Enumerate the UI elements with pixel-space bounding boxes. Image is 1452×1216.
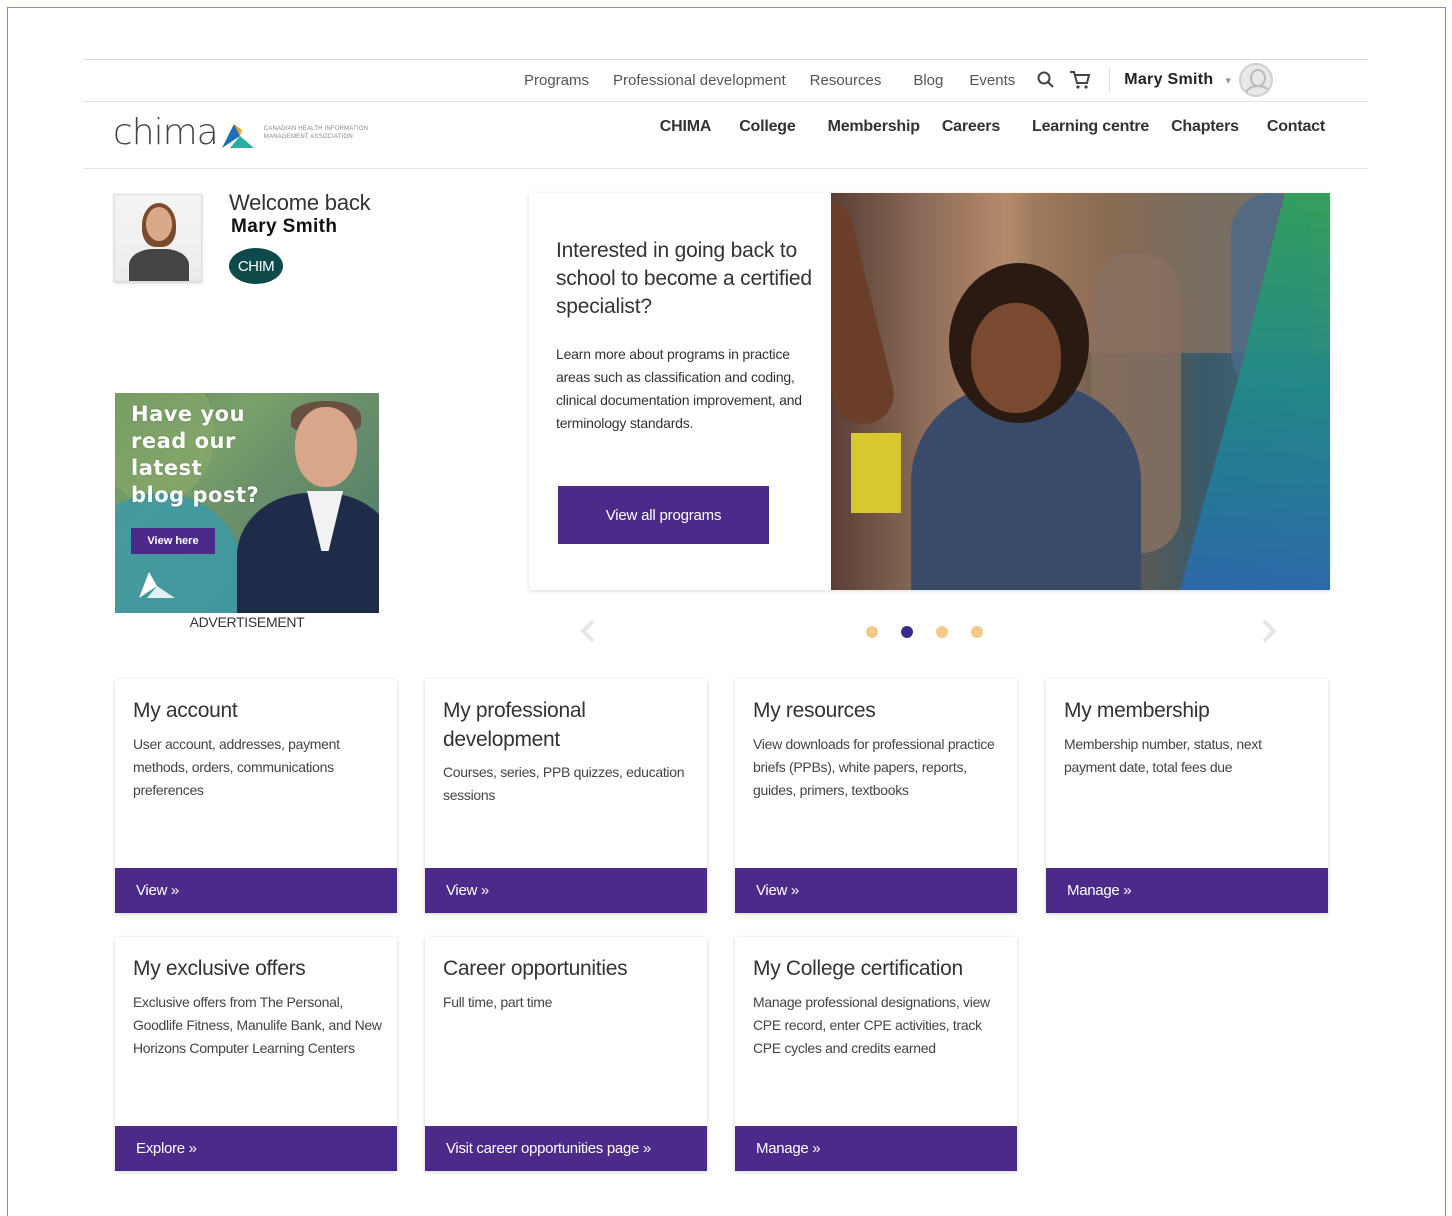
carousel-next-arrow-icon[interactable] [1260,618,1278,644]
advertisement-label: ADVERTISEMENT [189,614,305,630]
logo-mark-icon [220,120,256,150]
card-my-account: My account User account, addresses, paym… [115,679,397,913]
carousel-prev-arrow-icon[interactable] [579,618,597,644]
avatar[interactable] [1239,63,1274,97]
util-link-events[interactable]: Events [969,72,1015,89]
hero-title: Interested in going back to school to be… [556,239,812,318]
my-account-view-button[interactable]: View » [115,868,397,913]
blog-advertisement[interactable]: Have you read our latest blog post? View… [115,393,379,613]
professional-development-view-button[interactable]: View » [425,868,707,913]
chima-logo[interactable]: chima CANADIAN HEALTH INFORMATION MANAGE… [113,112,404,153]
welcome-block: Welcome back Mary Smith [229,190,371,238]
card-title: Career opportunities [443,957,628,980]
card-description: Exclusive offers from The Personal, Good… [133,994,382,1056]
utility-nav: Programs Professional development Resour… [524,63,1274,97]
user-name[interactable]: Mary Smith [1124,71,1213,89]
nav-divider [83,101,1368,102]
card-title: My professional development [443,699,586,751]
card-my-college-certification: My College certification Manage professi… [735,937,1017,1171]
my-resources-view-button[interactable]: View » [735,868,1017,913]
nav-item-membership[interactable]: Membership [828,118,920,136]
card-my-exclusive-offers: My exclusive offers Exclusive offers fro… [115,937,397,1171]
nav-item-chima[interactable]: CHIMA [660,118,712,136]
card-title: My membership [1064,699,1210,722]
card-description: Courses, series, PPB quizzes, education … [443,764,685,803]
card-description: Manage professional designations, view C… [753,994,990,1056]
search-icon[interactable] [1035,69,1057,91]
card-title: My exclusive offers [133,957,306,980]
carousel-dots [866,626,1006,638]
carousel-dot-4[interactable] [971,626,983,638]
nav-item-careers[interactable]: Careers [942,118,1000,136]
card-my-professional-development: My professional development Courses, ser… [425,679,707,913]
carousel-dot-1[interactable] [866,626,878,638]
college-certification-manage-button[interactable]: Manage » [735,1126,1017,1171]
ad-headline: Have you read our latest blog post? [131,402,260,507]
util-link-professional-development[interactable]: Professional development [613,72,786,89]
util-separator [1109,68,1111,92]
card-title: My account [133,699,238,722]
logo-wordmark: chima [113,112,219,153]
nav-item-contact[interactable]: Contact [1267,118,1325,136]
hero-image [831,193,1330,590]
top-divider [83,59,1368,60]
exclusive-offers-explore-button[interactable]: Explore » [115,1126,397,1171]
career-opportunities-button[interactable]: Visit career opportunities page » [425,1126,707,1171]
welcome-name: Mary Smith [231,216,338,237]
chevron-down-icon[interactable]: ▾ [1225,74,1231,87]
carousel-dot-3[interactable] [936,626,948,638]
cart-icon[interactable] [1069,69,1091,91]
profile-photo[interactable] [114,194,202,282]
hero-carousel: Interested in going back to school to be… [529,193,1330,590]
card-career-opportunities: Career opportunities Full time, part tim… [425,937,707,1171]
chim-badge: CHIM [229,248,283,284]
nav-item-college[interactable]: College [739,118,796,136]
view-all-programs-button[interactable]: View all programs [558,486,769,544]
card-my-resources: My resources View downloads for professi… [735,679,1017,913]
carousel-dot-2[interactable] [901,626,913,638]
card-my-membership: My membership Membership number, status,… [1046,679,1328,913]
card-title: My College certification [753,957,963,980]
ad-view-here-button[interactable]: View here [131,528,215,554]
ad-logo-icon [137,568,177,600]
nav-item-learning-centre[interactable]: Learning centre [1032,118,1149,136]
card-description: Full time, part time [443,994,553,1010]
hero-text: Interested in going back to school to be… [556,237,816,435]
my-membership-manage-button[interactable]: Manage » [1046,868,1328,913]
main-nav: CHIMA College Membership Careers Learnin… [638,118,1325,136]
card-description: Membership number, status, next payment … [1064,736,1262,775]
nav-item-chapters[interactable]: Chapters [1171,118,1239,136]
hero-body: Learn more about programs in practice ar… [556,346,802,431]
util-link-programs[interactable]: Programs [524,72,589,89]
header-divider [83,168,1368,169]
logo-subtitle: CANADIAN HEALTH INFORMATION MANAGEMENT A… [263,125,369,140]
card-description: User account, addresses, payment methods… [133,736,340,798]
util-link-blog[interactable]: Blog [913,72,943,89]
card-title: My resources [753,699,876,722]
card-description: View downloads for professional practice… [753,736,995,798]
welcome-greeting: Welcome back [229,190,371,215]
util-link-resources[interactable]: Resources [810,72,882,89]
